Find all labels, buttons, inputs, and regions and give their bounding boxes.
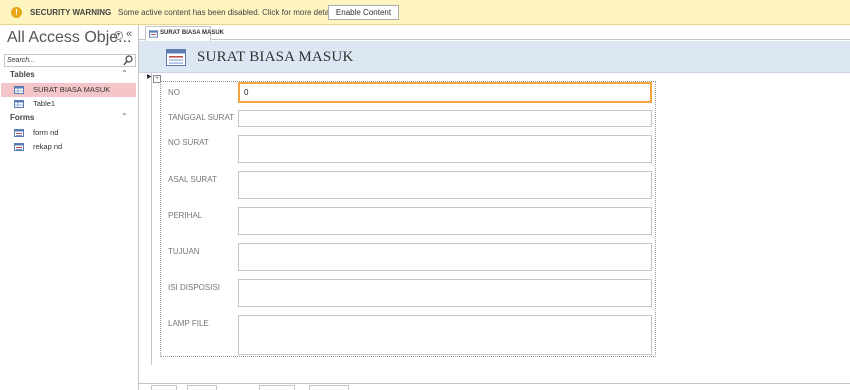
shutter-bar-collapse-icon[interactable]: « <box>126 28 132 40</box>
nav-group-forms[interactable]: Forms ⌃ <box>0 112 139 125</box>
field-label-no: NO <box>168 88 180 97</box>
chevron-up-icon[interactable]: ⌃ <box>121 112 128 121</box>
nav-item-table1[interactable]: Table1 <box>1 97 136 111</box>
nav-item-label: rekap nd <box>33 142 63 151</box>
field-label-perihal: PERIHAL <box>168 211 203 220</box>
nav-item-surat-biasa-masuk[interactable]: SURAT BIASA MASUK <box>1 83 136 97</box>
nav-search-box[interactable]: Search... <box>4 54 136 67</box>
security-warning-message[interactable]: Some active content has been disabled. C… <box>118 8 339 17</box>
field-input-asal-surat[interactable] <box>238 171 652 199</box>
search-icon[interactable] <box>123 55 133 66</box>
record-nav-current-record[interactable] <box>187 385 217 390</box>
nav-pane-title[interactable]: All Access Obje... <box>7 29 132 47</box>
form-icon <box>14 143 24 151</box>
field-input-no-surat[interactable] <box>238 135 652 163</box>
nav-item-form-nd[interactable]: form nd <box>1 126 136 140</box>
warning-icon: ! <box>11 7 22 18</box>
nav-item-label: Table1 <box>33 99 56 108</box>
form-icon <box>166 49 186 66</box>
table-icon <box>14 86 24 94</box>
nav-item-label: form nd <box>33 128 59 137</box>
field-label-lamp-file: LAMP FILE <box>168 319 209 328</box>
record-selector[interactable]: ▶ <box>146 73 152 365</box>
record-nav-first-prev-buttons[interactable] <box>151 385 177 390</box>
form-header: SURAT BIASA MASUK <box>139 41 850 73</box>
security-warning-bar[interactable]: ! SECURITY WARNING Some active content h… <box>0 0 850 25</box>
navigation-pane: All Access Obje... ▾ « Search... Tables … <box>0 25 139 390</box>
nav-group-label: Tables <box>10 70 35 79</box>
field-label-asal-surat: ASAL SURAT <box>168 175 217 184</box>
nav-search-input[interactable]: Search... <box>7 57 35 64</box>
record-nav-filter-indicator[interactable] <box>259 385 295 390</box>
field-input-tanggal-surat[interactable] <box>238 110 652 127</box>
nav-group-label: Forms <box>10 113 35 122</box>
table-icon <box>14 100 24 108</box>
nav-group-tables[interactable]: Tables ⌃ <box>0 69 139 82</box>
record-nav-search-box[interactable] <box>309 385 349 390</box>
field-input-lamp-file[interactable] <box>238 315 652 355</box>
tab-label: SURAT BIASA MASUK <box>160 30 224 36</box>
chevron-up-icon[interactable]: ⌃ <box>121 69 128 78</box>
form-icon <box>149 30 158 38</box>
nav-item-label: SURAT BIASA MASUK <box>33 85 111 94</box>
tab-surat-biasa-masuk[interactable]: SURAT BIASA MASUK <box>145 26 224 41</box>
record-navigation-bar <box>139 383 850 390</box>
enable-content-button[interactable]: Enable Content <box>328 5 399 20</box>
field-label-isi-disposisi: ISI DISPOSISI <box>168 283 221 292</box>
form-title: SURAT BIASA MASUK <box>197 49 354 65</box>
field-label-tujuan: TUJUAN <box>168 247 200 256</box>
field-input-perihal[interactable] <box>238 207 652 235</box>
nav-item-rekap-nd[interactable]: rekap nd <box>1 140 136 154</box>
nav-menu-dropdown-icon[interactable]: ▾ <box>114 31 123 40</box>
field-input-isi-disposisi[interactable] <box>238 279 652 307</box>
field-label-no-surat: NO SURAT <box>168 138 209 147</box>
current-record-arrow-icon: ▶ <box>147 74 152 80</box>
field-label-tanggal-surat: TANGGAL SURAT <box>168 113 235 122</box>
document-tab-strip: SURAT BIASA MASUK <box>139 25 850 41</box>
field-input-tujuan[interactable] <box>238 243 652 271</box>
security-warning-title: SECURITY WARNING <box>30 8 112 17</box>
form-icon <box>14 129 24 137</box>
field-input-no[interactable]: 0 <box>238 82 652 103</box>
